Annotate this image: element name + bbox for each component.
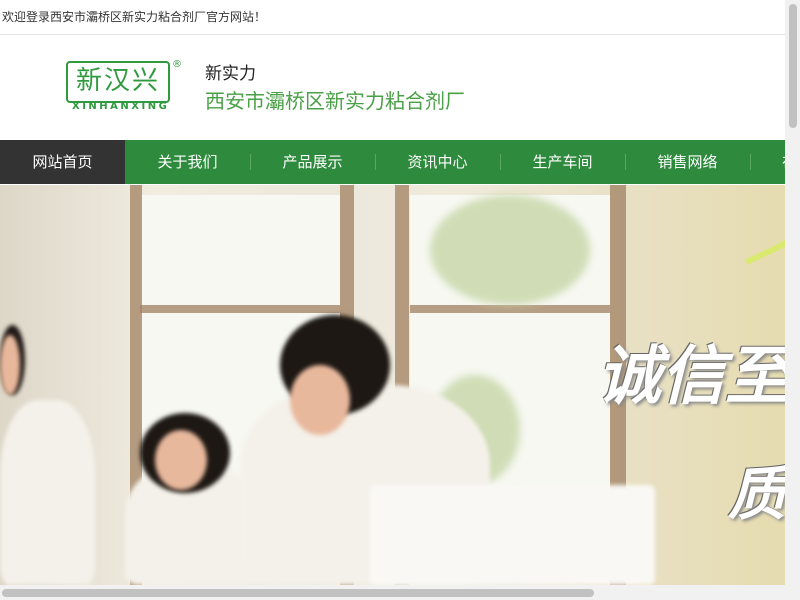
nav-item-sales[interactable]: 销售网络 [625,140,750,184]
hero-banner[interactable]: 诚信至 质 [0,185,785,585]
banner-window-frame [140,305,340,313]
horizontal-scrollbar-thumb[interactable] [2,589,594,597]
nav-item-home[interactable]: 网站首页 [0,140,125,184]
main-nav: 网站首页 关于我们 产品展示 资讯中心 生产车间 销售网络 在 [0,140,785,184]
nav-item-products[interactable]: 产品展示 [250,140,375,184]
logo-pinyin: XINHANXING [72,101,170,112]
welcome-text: 欢迎登录西安市灞桥区新实力粘合剂厂官方网站！ [2,10,267,24]
banner-slogan: 质 [728,460,785,528]
logo[interactable]: 新汉兴 [66,61,170,103]
logo-text: 新汉兴 [75,66,160,96]
banner-plant [430,195,590,305]
banner-person [290,365,350,435]
nav-item-about[interactable]: 关于我们 [125,140,250,184]
banner-chair [370,485,520,585]
banner-chair [515,485,655,585]
company-name: 西安市灞桥区新实力粘合剂厂 [205,89,465,113]
site-header: 新汉兴 ® XINHANXING 新实力 西安市灞桥区新实力粘合剂厂 [0,35,785,140]
registered-mark: ® [172,59,182,70]
banner-person [0,400,95,585]
banner-window-frame [410,305,610,313]
banner-person [0,335,20,395]
nav-item-more[interactable]: 在 [750,140,785,184]
brand-name: 新实力 [205,64,256,84]
nav-item-news[interactable]: 资讯中心 [375,140,500,184]
banner-person [155,430,207,490]
banner-swoosh [719,185,785,265]
welcome-bar: 欢迎登录西安市灞桥区新实力粘合剂厂官方网站！ [0,0,787,35]
vertical-scrollbar-thumb[interactable] [789,4,797,128]
banner-slogan: 诚信至 [597,340,785,414]
nav-item-workshop[interactable]: 生产车间 [500,140,625,184]
